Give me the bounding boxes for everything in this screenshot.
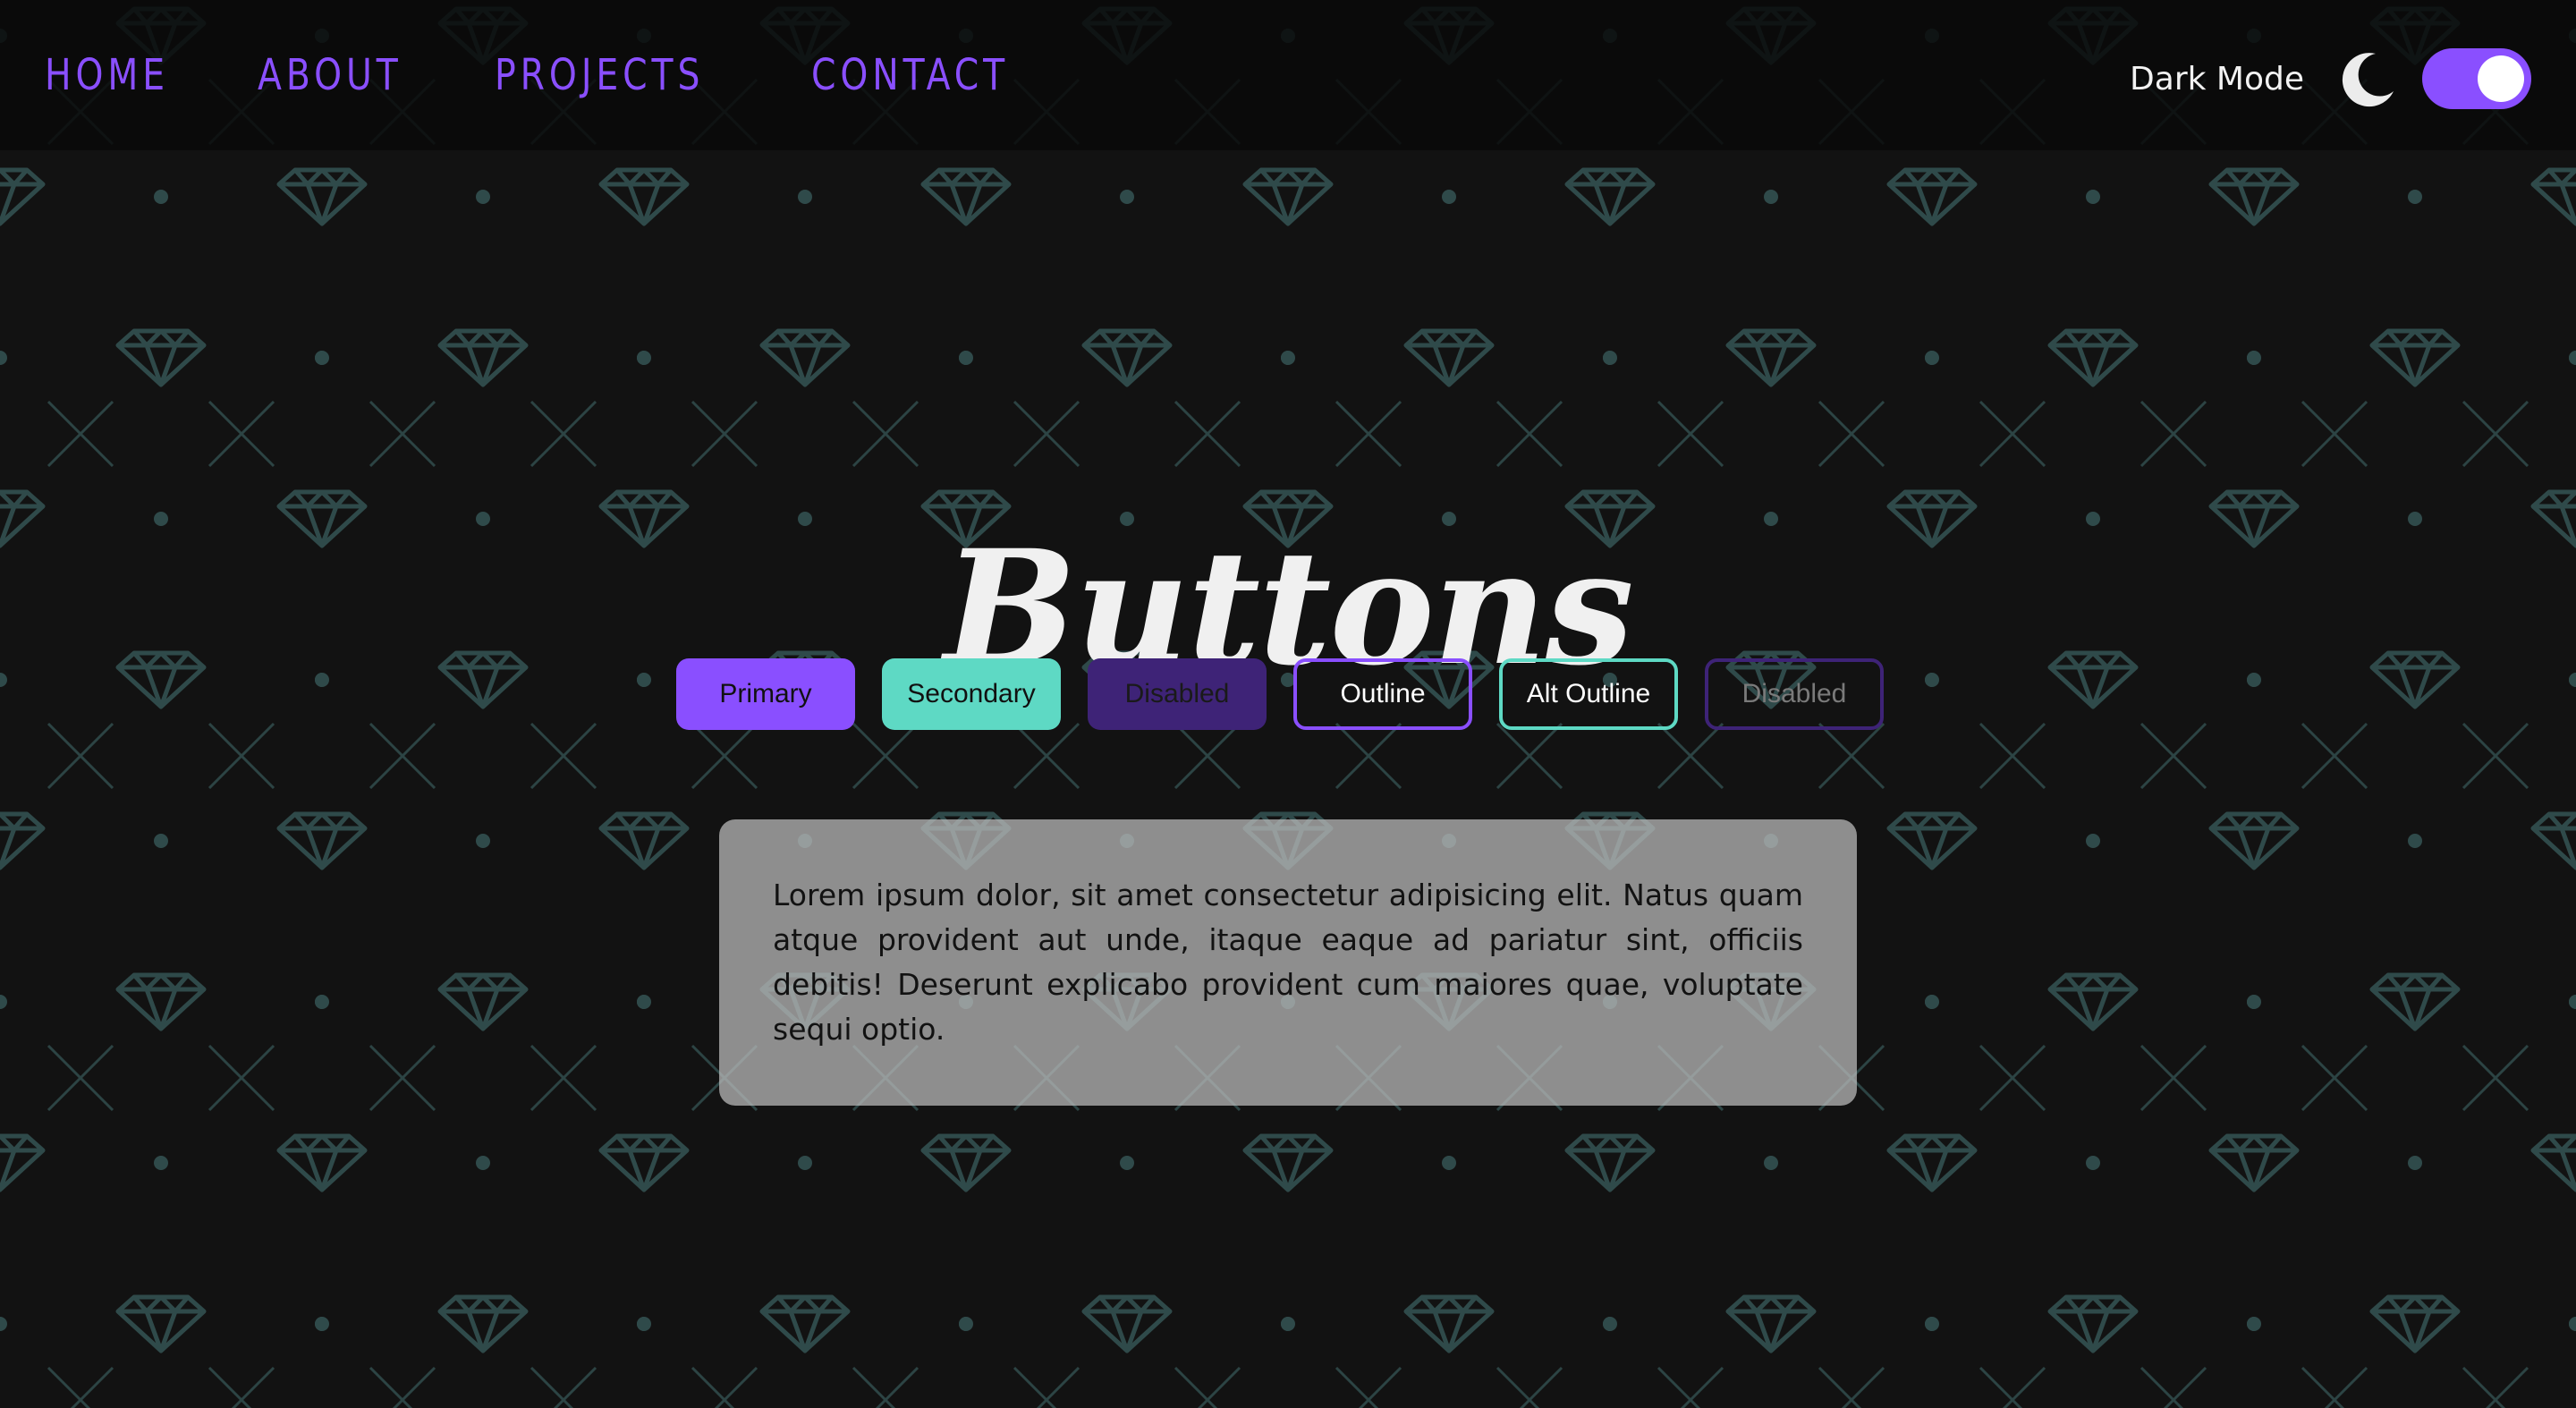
nav-links: HOME ABOUT PROJECTS CONTACT	[45, 43, 1052, 107]
dark-mode-toggle[interactable]	[2422, 48, 2531, 109]
dark-mode-label: Dark Mode	[2130, 60, 2304, 98]
nav-link-home[interactable]: HOME	[45, 43, 169, 107]
toggle-knob	[2478, 55, 2524, 102]
nav-link-contact[interactable]: CONTACT	[811, 43, 1009, 107]
disabled-button[interactable]: Disabled	[1088, 658, 1267, 730]
content-card: Lorem ipsum dolor, sit amet consectetur …	[719, 819, 1857, 1106]
top-navbar: HOME ABOUT PROJECTS CONTACT Dark Mode	[0, 0, 2576, 150]
card-paragraph: Lorem ipsum dolor, sit amet consectetur …	[773, 878, 1803, 1047]
outline-button[interactable]: Outline	[1293, 658, 1472, 730]
theme-controls: Dark Mode	[2130, 47, 2531, 111]
button-row: Primary Secondary Disabled Outline Alt O…	[676, 658, 1884, 730]
primary-button[interactable]: Primary	[676, 658, 855, 730]
disabled-outline-button[interactable]: Disabled	[1705, 658, 1884, 730]
alt-outline-button[interactable]: Alt Outline	[1499, 658, 1678, 730]
moon-icon	[2342, 53, 2394, 107]
secondary-button[interactable]: Secondary	[882, 658, 1061, 730]
nav-link-projects[interactable]: PROJECTS	[495, 43, 704, 107]
page: HOME ABOUT PROJECTS CONTACT Dark Mode Bu…	[0, 0, 2576, 1408]
nav-link-about[interactable]: ABOUT	[258, 43, 402, 107]
